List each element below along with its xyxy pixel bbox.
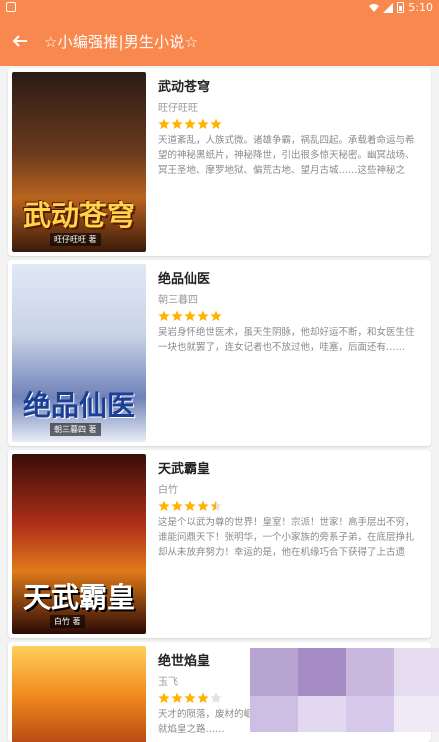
cover-title: 武动苍穹 bbox=[22, 199, 135, 232]
book-description: 吴岩身怀绝世医术，虽天生阴脉，他却好运不断，和女医生住一块也就罢了，连女记者也不… bbox=[158, 327, 415, 353]
status-time: 5:10 bbox=[408, 1, 433, 14]
star-icon bbox=[158, 500, 170, 511]
star-icon bbox=[210, 692, 222, 703]
star-icon bbox=[210, 118, 222, 129]
cover-title: 天武霸皇 bbox=[22, 581, 135, 614]
book-cover[interactable]: 武动苍穹 旺仔旺旺 著 bbox=[12, 72, 146, 252]
star-icon bbox=[171, 692, 183, 703]
star-icon bbox=[210, 500, 222, 511]
rating-stars bbox=[158, 310, 423, 322]
star-icon bbox=[171, 310, 183, 321]
star-icon bbox=[158, 310, 170, 321]
back-button[interactable] bbox=[10, 31, 30, 51]
star-icon bbox=[158, 118, 170, 129]
book-title: 武动苍穹 bbox=[158, 80, 211, 95]
star-icon bbox=[184, 692, 196, 703]
app-bar: ☆小编强推|男生小说☆ bbox=[0, 16, 439, 66]
book-meta: 天武霸皇 白竹 这是个以武为尊的世界！皇室！宗派！世家！高手层出不穷，谁能问鼎天… bbox=[158, 458, 423, 560]
star-icon bbox=[184, 310, 196, 321]
star-icon bbox=[184, 118, 196, 129]
star-icon bbox=[210, 310, 222, 321]
cover-author: 白竹 著 bbox=[50, 615, 85, 628]
rating-stars bbox=[158, 118, 423, 130]
battery-icon bbox=[397, 2, 405, 13]
star-icon bbox=[158, 692, 170, 703]
star-icon bbox=[197, 692, 209, 703]
star-icon bbox=[197, 500, 209, 511]
book-meta: 武动苍穹 旺仔旺旺 天道紊乱，人族式微。诸雄争霸，祸乱四起。承载着命运与希望的神… bbox=[158, 76, 423, 178]
star-icon bbox=[184, 500, 196, 511]
cover-title: 绝品仙医 bbox=[22, 389, 135, 422]
book-cover[interactable]: 天武霸皇 白竹 著 bbox=[12, 454, 146, 634]
arrow-left-icon bbox=[12, 35, 27, 47]
rating-stars bbox=[158, 500, 423, 512]
status-bar: 5:10 bbox=[0, 0, 439, 16]
book-description: 天道紊乱，人族式微。诸雄争霸，祸乱四起。承载着命运与希望的神秘黑纸片，神秘降世，… bbox=[158, 135, 415, 176]
page-title: ☆小编强推|男生小说☆ bbox=[44, 32, 199, 51]
book-meta: 绝品仙医 朝三暮四 吴岩身怀绝世医术，虽天生阴脉，他却好运不断，和女医生住一块也… bbox=[158, 268, 423, 370]
book-title: 天武霸皇 bbox=[158, 462, 211, 477]
book-card[interactable]: 天武霸皇 白竹 著 天武霸皇 白竹 这是个以武为尊的世界！皇室！宗派！世家！高手… bbox=[8, 450, 431, 638]
signal-icon bbox=[383, 2, 394, 13]
book-card[interactable]: 武动苍穹 旺仔旺旺 著 武动苍穹 旺仔旺旺 天道紊乱，人族式微。诸雄争霸，祸乱四… bbox=[8, 68, 431, 256]
cover-author: 朝三暮四 著 bbox=[50, 423, 101, 436]
book-description: 这是个以武为尊的世界！皇室！宗派！世家！高手层出不穷，谁能问鼎天下！张明华，一个… bbox=[158, 517, 415, 558]
book-cover[interactable]: 绝品仙医 朝三暮四 著 bbox=[12, 264, 146, 442]
wifi-icon bbox=[369, 3, 380, 12]
book-cover[interactable] bbox=[12, 646, 146, 742]
book-author: 旺仔旺旺 bbox=[158, 103, 198, 114]
star-icon bbox=[171, 118, 183, 129]
star-icon bbox=[171, 500, 183, 511]
star-icon bbox=[197, 310, 209, 321]
book-title: 绝品仙医 bbox=[158, 272, 211, 287]
cover-author: 旺仔旺旺 著 bbox=[50, 233, 101, 246]
book-author: 白竹 bbox=[158, 485, 178, 496]
book-author: 朝三暮四 bbox=[158, 295, 198, 306]
notification-icon bbox=[6, 2, 16, 12]
star-icon bbox=[197, 118, 209, 129]
blur-overlay bbox=[250, 648, 439, 732]
book-card[interactable]: 绝品仙医 朝三暮四 著 绝品仙医 朝三暮四 吴岩身怀绝世医术，虽天生阴脉，他却好… bbox=[8, 260, 431, 446]
status-icons: 5:10 bbox=[369, 1, 433, 14]
